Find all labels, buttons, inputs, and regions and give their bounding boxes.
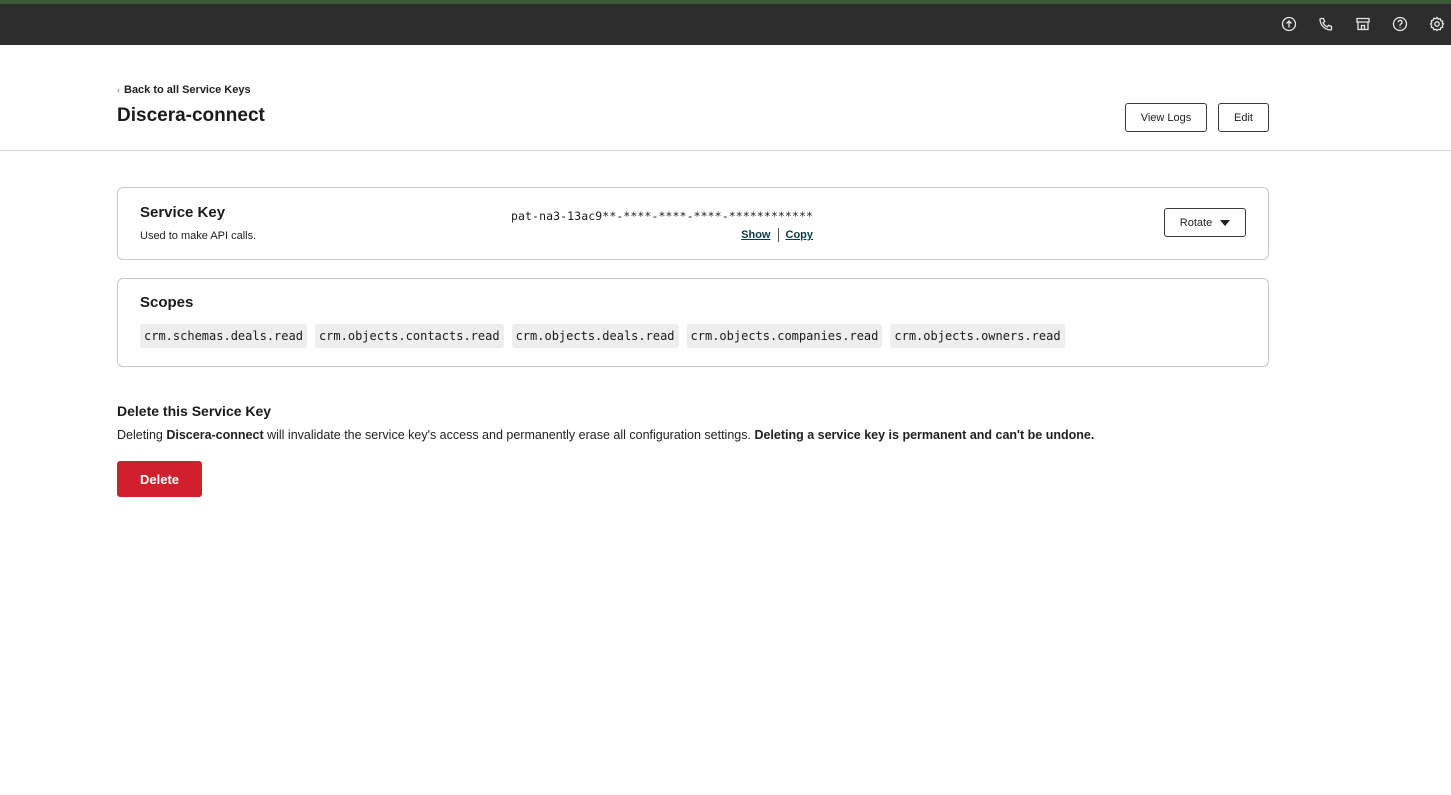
rotate-label: Rotate — [1179, 216, 1213, 229]
service-key-subtitle: Used to make API calls. — [140, 230, 257, 242]
scopes-title: Scopes — [140, 294, 194, 311]
rotate-dropdown-button[interactable]: Rotate — [1164, 208, 1246, 237]
service-key-actions: Show Copy — [678, 228, 813, 242]
page-header: ‹ Back to all Service Keys Discera-conne… — [0, 45, 1451, 151]
show-key-link[interactable]: Show — [741, 229, 770, 241]
delete-section-title: Delete this Service Key — [117, 403, 272, 419]
back-link-label: Back to all Service Keys — [124, 84, 251, 96]
edit-button[interactable]: Edit — [1218, 103, 1269, 132]
scopes-card: Scopes crm.schemas.deals.read crm.object… — [117, 278, 1269, 367]
scope-chip: crm.objects.companies.read — [686, 324, 883, 348]
chevron-left-icon: ‹ — [117, 85, 120, 95]
delete-desc-prefix: Deleting — [117, 428, 167, 442]
help-icon[interactable] — [1391, 15, 1408, 32]
delete-section-description: Deleting Discera-connect will invalidate… — [117, 428, 1269, 442]
service-key-card: Service Key Used to make API calls. pat-… — [117, 187, 1269, 260]
marketplace-icon[interactable] — [1354, 15, 1371, 32]
divider — [777, 228, 779, 242]
upgrade-icon[interactable] — [1280, 15, 1297, 32]
scope-chip: crm.objects.deals.read — [511, 324, 679, 348]
phone-icon[interactable] — [1317, 15, 1334, 32]
delete-desc-middle: will invalidate the service key's access… — [263, 428, 755, 442]
delete-button[interactable]: Delete — [117, 461, 202, 497]
scope-list: crm.schemas.deals.read crm.objects.conta… — [140, 324, 1065, 348]
topbar-icon-group — [1280, 15, 1445, 32]
delete-desc-warning: Deleting a service key is permanent and … — [754, 428, 1095, 442]
caret-down-icon — [1220, 219, 1231, 226]
service-key-masked-value: pat-na3-13ac9**-****-****-****-*********… — [510, 209, 813, 223]
settings-icon[interactable] — [1428, 15, 1445, 32]
delete-desc-key-name: Discera-connect — [166, 428, 264, 442]
copy-key-link[interactable]: Copy — [786, 229, 814, 241]
page-title: Discera-connect — [117, 105, 265, 126]
service-key-title: Service Key — [140, 204, 226, 221]
view-logs-button[interactable]: View Logs — [1125, 103, 1207, 132]
top-navigation-bar — [0, 0, 1451, 45]
back-link[interactable]: ‹ Back to all Service Keys — [117, 84, 251, 96]
scope-chip: crm.objects.owners.read — [890, 324, 1065, 348]
scope-chip: crm.objects.contacts.read — [314, 324, 504, 348]
scope-chip: crm.schemas.deals.read — [140, 324, 307, 348]
